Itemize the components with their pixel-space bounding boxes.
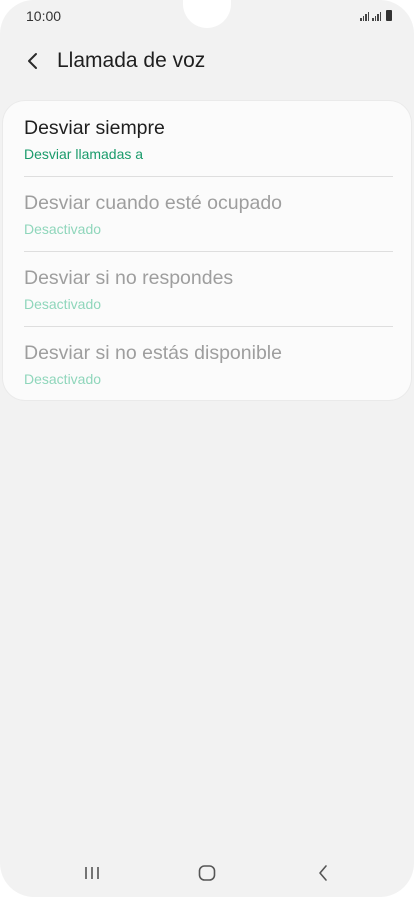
status-bar: 10:00 [0, 0, 414, 34]
home-button[interactable] [189, 859, 225, 887]
option-title: Desviar siempre [24, 117, 165, 139]
app-bar: Llamada de voz [0, 36, 414, 86]
option-subtitle: Desactivado [24, 296, 102, 312]
option-forward-when-unreachable[interactable]: Desviar si no estás disponible Desactiva… [24, 326, 393, 401]
option-subtitle: Desactivado [24, 221, 102, 237]
status-time: 10:00 [26, 8, 62, 24]
option-always-forward[interactable]: Desviar siempre Desviar llamadas a [24, 101, 393, 176]
option-subtitle: Desactivado [24, 371, 102, 387]
back-button[interactable] [20, 46, 46, 76]
navigation-bar [0, 845, 414, 897]
option-forward-when-unanswered[interactable]: Desviar si no respondes Desactivado [24, 251, 393, 326]
status-icons [360, 10, 392, 21]
nav-back-button[interactable] [305, 859, 341, 887]
recent-apps-button[interactable] [74, 859, 110, 887]
phone-screen: 10:00 Llamada de voz Desviar siempre Des… [0, 0, 414, 897]
back-icon [319, 865, 327, 881]
option-forward-when-busy[interactable]: Desviar cuando esté ocupado Desactivado [24, 176, 393, 251]
signal-icon [360, 12, 369, 21]
option-subtitle: Desviar llamadas a [24, 146, 144, 162]
page-title: Llamada de voz [57, 49, 206, 72]
battery-icon [386, 10, 392, 21]
chevron-left-icon [28, 53, 37, 69]
option-title: Desviar si no respondes [24, 267, 234, 289]
call-forwarding-options-card: Desviar siempre Desviar llamadas a Desvi… [3, 101, 411, 400]
option-title: Desviar cuando esté ocupado [24, 192, 283, 214]
option-title: Desviar si no estás disponible [24, 342, 282, 364]
signal-icon [372, 12, 381, 21]
camera-notch [183, 0, 231, 28]
recent-apps-icon [85, 867, 99, 879]
home-icon [198, 865, 216, 881]
